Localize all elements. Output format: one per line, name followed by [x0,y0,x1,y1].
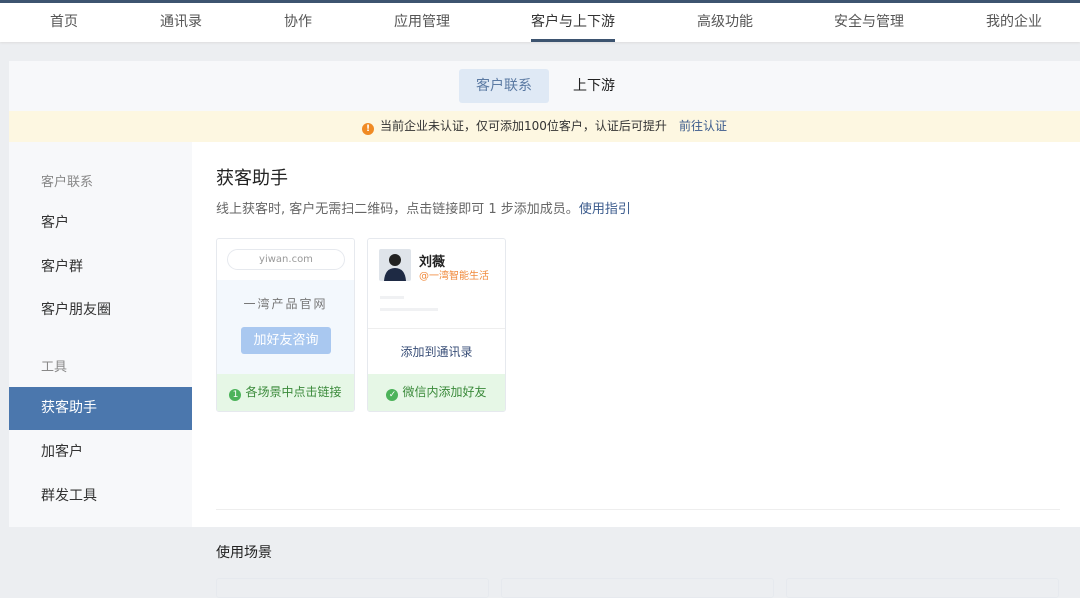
tab-customer-contact[interactable]: 客户联系 [459,69,549,103]
placeholder-line [380,296,404,299]
add-to-contacts-preview: 添加到通讯录 [400,345,473,359]
step-number-icon: 1 [229,389,242,401]
content-card: 客户联系 上下游 ! 当前企业未认证，仅可添加100位客户，认证后可提升 前往认证 … [9,61,1080,598]
sidebar-item-moments[interactable]: 客户朋友圈 [9,289,192,332]
banner-text: 当前企业未认证，仅可添加100位客户，认证后可提升 [380,119,667,133]
step-text: 各场景中点击链接 [245,385,342,399]
profile-org: @一湾智能生活 [419,271,489,282]
add-friend-button-preview: 加好友咨询 [241,327,331,354]
page-subtitle: 线上获客时, 客户无需扫二维码，点击链接即可 1 步添加成员。使用指引 [216,198,631,217]
top-nav: 首页 通讯录 协作 应用管理 客户与上下游 高级功能 安全与管理 我的企业 [0,0,1080,42]
nav-app-management[interactable]: 应用管理 [394,3,450,42]
site-title: 一湾产品官网 [243,297,328,311]
sidebar-item-add-customer[interactable]: 加客户 [9,431,192,474]
sidebar-item-acquisition-assistant[interactable]: 获客助手 [9,387,192,430]
sidebar-item-customers[interactable]: 客户 [9,202,192,245]
section-title: 使用场景 [216,545,272,561]
placeholder-line [380,308,438,311]
scenario-card[interactable] [786,578,1059,598]
page-title: 获客助手 [216,168,288,189]
scenario-card[interactable] [501,578,774,598]
step-text: 微信内添加好友 [402,385,487,399]
nav-advanced[interactable]: 高级功能 [697,3,753,42]
step-footer: ✓ 微信内添加好友 [368,374,505,411]
nav-collaboration[interactable]: 协作 [284,3,312,42]
preview-card-link: yiwan.com 一湾产品官网 加好友咨询 1 各场景中点击链接 [216,238,355,412]
nav-security[interactable]: 安全与管理 [834,3,904,42]
sidebar-item-customer-groups[interactable]: 客户群 [9,246,192,289]
preview-card-profile: 刘薇 @一湾智能生活 添加到通讯录 ✓ 微信内添加好友 [367,238,506,412]
nav-home[interactable]: 首页 [50,3,78,42]
verification-banner: ! 当前企业未认证，仅可添加100位客户，认证后可提升 前往认证 [9,111,1080,142]
nav-my-enterprise[interactable]: 我的企业 [986,3,1042,42]
check-icon: ✓ [386,389,399,401]
nav-contacts[interactable]: 通讯录 [160,3,202,42]
guide-link[interactable]: 使用指引 [579,202,631,217]
scenario-card[interactable] [216,578,489,598]
tab-upstream-downstream[interactable]: 上下游 [556,69,632,103]
sidebar-group-tools: 工具 [41,360,68,375]
url-bar: yiwan.com [227,249,345,270]
sidebar: 客户联系 客户 客户群 客户朋友圈 工具 获客助手 加客户 群发工具 [9,142,192,527]
sub-tabs: 客户联系 上下游 [9,61,1080,111]
step-footer: 1 各场景中点击链接 [217,374,354,411]
avatar [379,249,411,281]
warning-icon: ! [362,123,375,135]
site-preview: 一湾产品官网 加好友咨询 [217,280,354,376]
sidebar-group-contact: 客户联系 [41,175,94,190]
sidebar-item-broadcast[interactable]: 群发工具 [9,475,192,518]
subtitle-text: 线上获客时, 客户无需扫二维码，点击链接即可 1 步添加成员。 [216,202,579,217]
divider [216,509,1060,510]
verify-link[interactable]: 前往认证 [679,119,727,133]
nav-customers[interactable]: 客户与上下游 [531,3,615,42]
